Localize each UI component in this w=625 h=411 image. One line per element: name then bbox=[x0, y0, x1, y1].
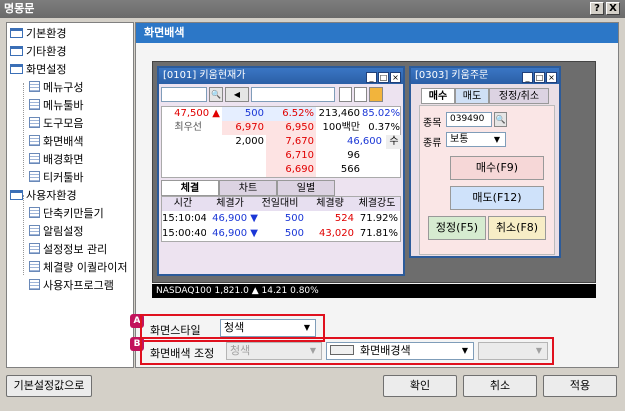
ok-button[interactable]: 확인 bbox=[383, 375, 457, 397]
tab-sell[interactable]: 매도 bbox=[455, 88, 489, 104]
page-icon bbox=[29, 135, 40, 146]
tree-item-settings-manage[interactable]: 설정정보 관리 bbox=[29, 242, 107, 258]
window-title: 명몽문 bbox=[4, 2, 35, 15]
page-icon bbox=[29, 225, 40, 236]
trades-header: 시간 체결가 전일대비 체결량 체결강도 bbox=[162, 197, 400, 211]
quote-tabs: 체결 차트 일별 bbox=[161, 180, 401, 196]
color-value-select[interactable]: ▼ bbox=[478, 342, 548, 360]
tree-item-ticker-toolbar[interactable]: 티커툴바 bbox=[29, 170, 83, 186]
page-icon bbox=[29, 117, 40, 128]
color-scheme-select[interactable]: 청색 ▼ bbox=[226, 342, 322, 360]
color-swatch bbox=[330, 345, 354, 355]
folder-icon bbox=[10, 64, 23, 74]
tree-item-equalizer[interactable]: 체결량 이퀄라이저 bbox=[29, 260, 127, 276]
order-type-combo[interactable]: 보통 ▼ bbox=[446, 132, 506, 147]
screen-style-label: 화면스타일 bbox=[150, 324, 201, 337]
page-icon bbox=[29, 81, 40, 92]
tree-item-menu-config[interactable]: 메뉴구성 bbox=[29, 80, 83, 96]
close-button[interactable]: X bbox=[606, 2, 620, 15]
preview-quote-window: [0101] 키움현재가 _ □ × 🔍 ◀ 47,500 ▲ 500 6.52… bbox=[157, 66, 405, 276]
settings-panel: 화면배색 [0101] 키움현재가 _ □ × 🔍 ◀ 47,500 ▲ 500… bbox=[130, 22, 619, 368]
tab-daily[interactable]: 일별 bbox=[277, 180, 335, 196]
page-icon bbox=[29, 243, 40, 254]
stock-code-combo[interactable]: 039490 bbox=[446, 112, 492, 127]
modify-button[interactable]: 정정(F5) bbox=[428, 216, 486, 240]
quote-grid: 47,500 ▲ 500 6.52% 213,460 85.02% 최우선 6,… bbox=[161, 106, 402, 178]
dialog-body: 기본환경 기타환경 화면설정 메뉴구성 메뉴툴바 도구모음 화면배색 배경화면 … bbox=[2, 18, 623, 409]
folder-icon bbox=[10, 28, 23, 38]
preview-order-window: [0303] 키움주문 _ □ × 매수 매도 정정/취소 종목 039490 🔍 … bbox=[409, 66, 561, 258]
color-adjust-label: 화면배색 조정 bbox=[150, 347, 215, 360]
color-preview: [0101] 키움현재가 _ □ × 🔍 ◀ 47,500 ▲ 500 6.52… bbox=[152, 61, 596, 283]
page-icon bbox=[29, 207, 40, 218]
maximize-icon: □ bbox=[534, 72, 545, 83]
tree-guide bbox=[23, 83, 24, 177]
gear-icon[interactable] bbox=[369, 87, 383, 102]
tab-modify-cancel[interactable]: 정정/취소 bbox=[489, 88, 549, 104]
help-button[interactable]: ? bbox=[590, 2, 604, 15]
chevron-down-icon: ▼ bbox=[309, 346, 317, 355]
tab-trades[interactable]: 체결 bbox=[161, 180, 219, 196]
cancel-order-button[interactable]: 취소(F8) bbox=[488, 216, 546, 240]
page-icon[interactable] bbox=[339, 87, 352, 102]
screen-style-select[interactable]: 청색 ▼ bbox=[220, 319, 316, 337]
buy-button[interactable]: 매수(F9) bbox=[450, 156, 544, 180]
cancel-button[interactable]: 취소 bbox=[463, 375, 537, 397]
sell-button[interactable]: 매도(F12) bbox=[450, 186, 544, 210]
reset-defaults-button[interactable]: 기본설정값으로 bbox=[6, 375, 92, 397]
tree-item-basic-env[interactable]: 기본환경 bbox=[10, 26, 66, 42]
tab-buy[interactable]: 매수 bbox=[421, 88, 455, 104]
chevron-down-icon: ▼ bbox=[303, 323, 311, 332]
copy-icon[interactable] bbox=[354, 87, 367, 102]
folder-icon bbox=[10, 46, 23, 56]
search-icon[interactable]: 🔍 bbox=[209, 87, 223, 102]
tree-item-menu-toolbar[interactable]: 메뉴툴바 bbox=[29, 98, 83, 114]
title-bar: 명몽문 ? X bbox=[0, 0, 625, 18]
tab-chart[interactable]: 차트 bbox=[219, 180, 277, 196]
ticker-status-bar: NASDAQ100 1,821.0 ▲ 14.21 0.80% bbox=[152, 284, 596, 298]
maximize-icon: □ bbox=[378, 72, 389, 83]
trades-table: 시간 체결가 전일대비 체결량 체결강도 15:10:04 46,900 ▼ 5… bbox=[161, 196, 401, 242]
tree-item-shortcuts[interactable]: 단축키만들기 bbox=[29, 206, 104, 222]
order-form: 종목 039490 🔍 종류 보통 ▼ 매수(F9) 매도(F12) 정정(F5)… bbox=[419, 105, 555, 255]
tree-item-user-env[interactable]: 사용자환경 bbox=[10, 188, 77, 204]
chevron-down-icon: ▼ bbox=[493, 135, 501, 144]
tree-item-alerts[interactable]: 알림설정 bbox=[29, 224, 83, 240]
quote-toolbar: 🔍 ◀ bbox=[161, 87, 401, 103]
close-icon: × bbox=[390, 72, 401, 83]
panel-title: 화면배색 bbox=[136, 23, 618, 43]
page-icon bbox=[29, 153, 40, 164]
chevron-down-icon: ▼ bbox=[535, 346, 543, 355]
folder-icon bbox=[10, 190, 23, 200]
quote-window-title: [0101] 키움현재가 _ □ × bbox=[159, 68, 403, 84]
stock-name-field bbox=[251, 87, 335, 102]
minimize-icon: _ bbox=[366, 72, 377, 83]
tree-item-user-program[interactable]: 사용자프로그램 bbox=[29, 278, 114, 294]
color-target-select[interactable]: 화면배경색 ▼ bbox=[326, 342, 474, 360]
search-icon[interactable]: 🔍 bbox=[494, 112, 507, 127]
page-icon bbox=[29, 171, 40, 182]
page-icon bbox=[29, 99, 40, 110]
page-icon bbox=[29, 261, 40, 272]
tree-item-other-env[interactable]: 기타환경 bbox=[10, 44, 66, 60]
tree-item-screen-color[interactable]: 화면배색 bbox=[29, 134, 83, 150]
tree-item-screen-settings[interactable]: 화면설정 bbox=[10, 62, 66, 78]
order-window-title: [0303] 키움주문 _ □ × bbox=[411, 68, 559, 84]
close-icon: × bbox=[546, 72, 557, 83]
tree-guide bbox=[23, 195, 24, 275]
chevron-down-icon: ▼ bbox=[461, 346, 469, 355]
apply-button[interactable]: 적용 bbox=[543, 375, 617, 397]
page-icon bbox=[29, 279, 40, 290]
tree-item-toolbox[interactable]: 도구모음 bbox=[29, 116, 83, 132]
stock-code-input[interactable] bbox=[161, 87, 207, 102]
minimize-icon: _ bbox=[522, 72, 533, 83]
settings-tree: 기본환경 기타환경 화면설정 메뉴구성 메뉴툴바 도구모음 화면배색 배경화면 … bbox=[6, 22, 134, 368]
speaker-icon[interactable]: ◀ bbox=[225, 87, 249, 102]
tree-item-wallpaper[interactable]: 배경화면 bbox=[29, 152, 83, 168]
order-tabs: 매수 매도 정정/취소 bbox=[421, 88, 551, 104]
